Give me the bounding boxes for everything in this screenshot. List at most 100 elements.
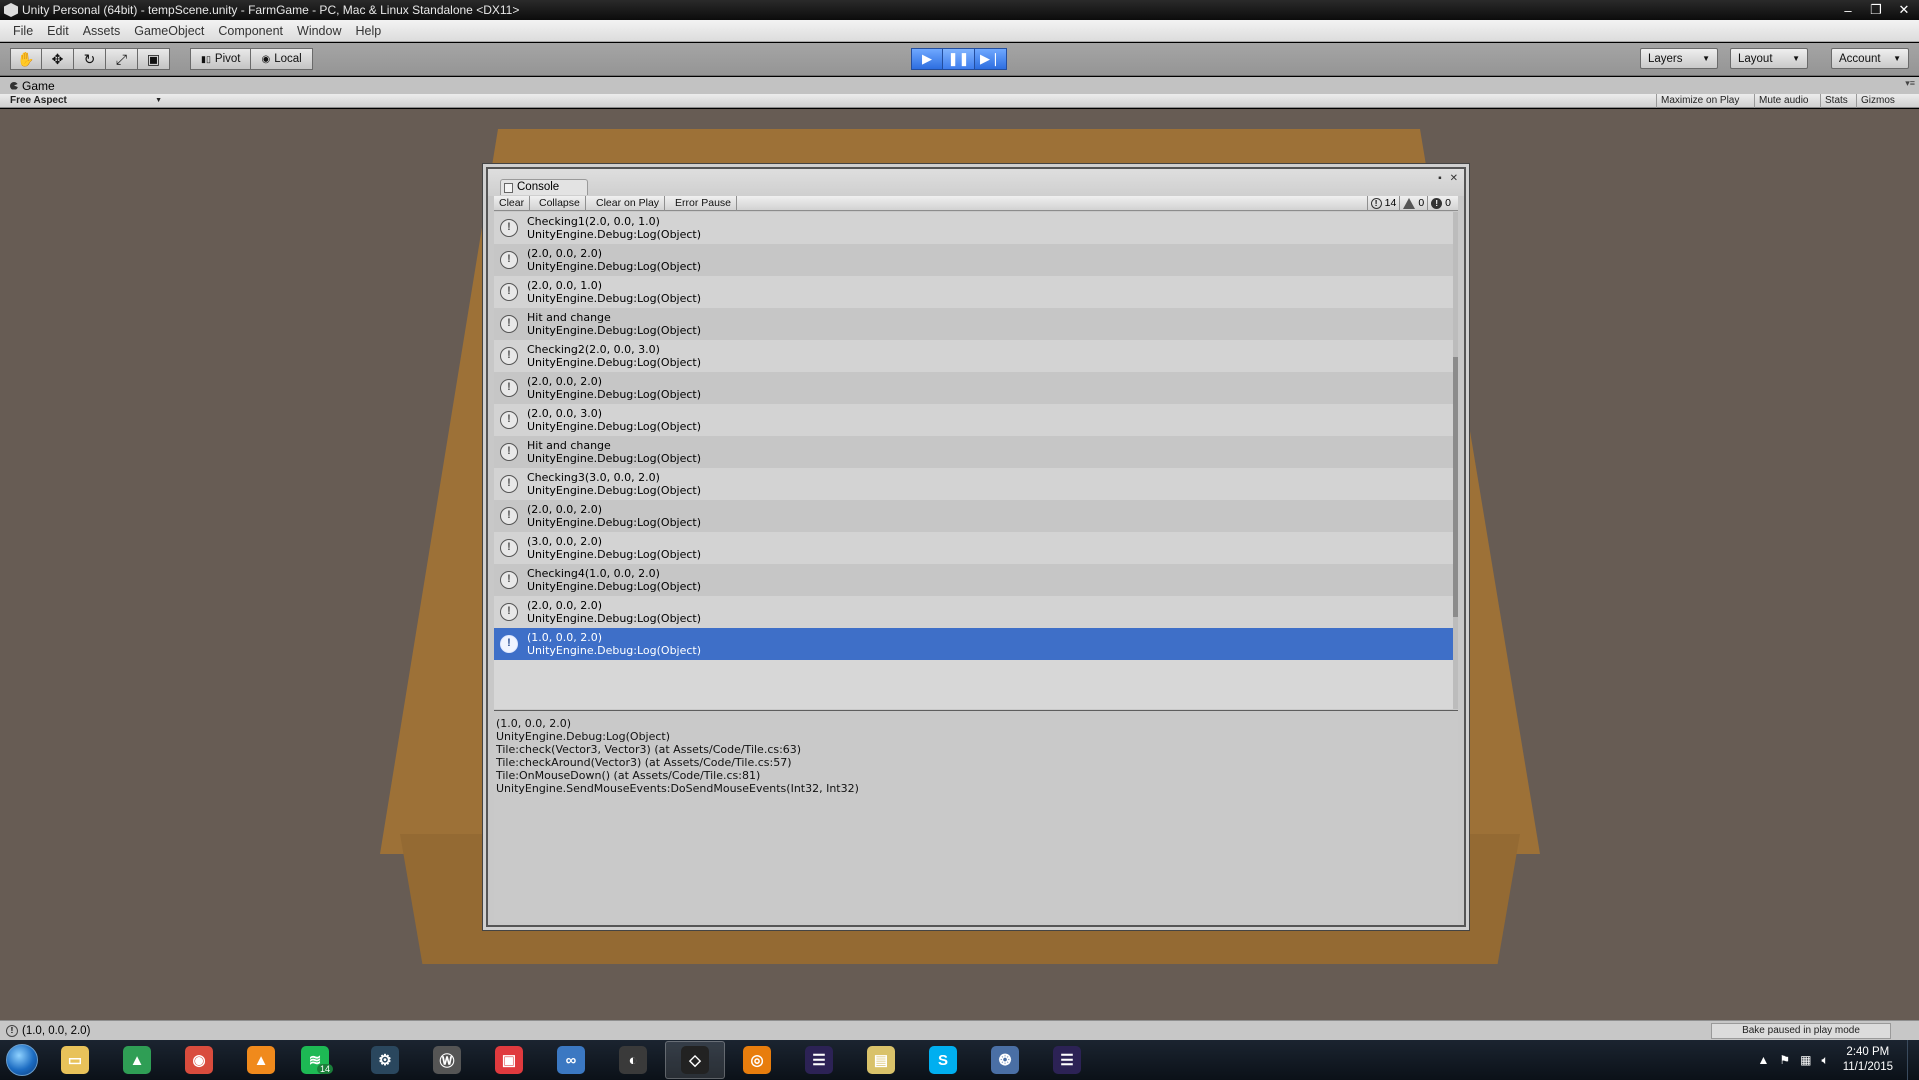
- list-item-selected[interactable]: ! (1.0, 0.0, 2.0) UnityEngine.Debug:Log(Ob…: [494, 628, 1458, 660]
- taskbar-app-button[interactable]: ∞: [541, 1041, 601, 1079]
- network-icon[interactable]: ▦: [1800, 1053, 1811, 1068]
- layout-label: Layout: [1738, 52, 1773, 65]
- taskbar-app-button[interactable]: ❂: [975, 1041, 1035, 1079]
- tray-icons: ▲ ⚑ ▦ 🔈︎: [1757, 1053, 1828, 1068]
- taskbar-app-button[interactable]: ◎: [727, 1041, 787, 1079]
- taskbar-app-button[interactable]: ⚙: [355, 1041, 415, 1079]
- taskbar-app-button[interactable]: ◐: [603, 1041, 663, 1079]
- taskbar-app-button[interactable]: ☰: [789, 1041, 849, 1079]
- menu-component[interactable]: Component: [211, 24, 290, 38]
- clock[interactable]: 2:40 PM 11/1/2015: [1843, 1045, 1893, 1075]
- taskbar-app-button[interactable]: ☰: [1037, 1041, 1097, 1079]
- layout-dropdown[interactable]: Layout ▼: [1730, 48, 1808, 69]
- console-scroll-thumb[interactable]: [1453, 357, 1458, 617]
- collapse-button[interactable]: Collapse: [534, 196, 586, 211]
- info-icon: !: [500, 219, 518, 237]
- stats-button[interactable]: Stats: [1820, 94, 1852, 108]
- error-pause-button[interactable]: Error Pause: [670, 196, 738, 211]
- log-message: (2.0, 0.0, 2.0): [527, 247, 603, 260]
- info-icon: !: [500, 411, 518, 429]
- list-item[interactable]: ! (2.0, 0.0, 1.0) UnityEngine.Debug:Log(Ob…: [494, 276, 1458, 308]
- close-icon[interactable]: ✕: [1450, 173, 1458, 184]
- menu-file[interactable]: File: [6, 24, 40, 38]
- taskbar-app-button[interactable]: ▲: [107, 1041, 167, 1079]
- gamepad-icon: ▣: [495, 1046, 523, 1074]
- taskbar-app-button[interactable]: ◉: [169, 1041, 229, 1079]
- console-icon: [504, 183, 513, 193]
- warning-count-toggle[interactable]: 0: [1399, 196, 1427, 211]
- list-item[interactable]: ! Checking3(3.0, 0.0, 2.0) UnityEngine.Deb…: [494, 468, 1458, 500]
- list-item[interactable]: ! (3.0, 0.0, 2.0) UnityEngine.Debug:Log(Ob…: [494, 532, 1458, 564]
- chevron-up-icon[interactable]: ▲: [1757, 1053, 1769, 1068]
- list-item[interactable]: ! (2.0, 0.0, 2.0) UnityEngine.Debug:Log(Ob…: [494, 596, 1458, 628]
- list-item[interactable]: ! Checking1(2.0, 0.0, 1.0) UnityEngine.Deb…: [494, 212, 1458, 244]
- rect-tool-icon: ▣: [146, 50, 161, 67]
- list-item[interactable]: ! Hit and change UnityEngine.Debug:Log(Obj…: [494, 436, 1458, 468]
- minimize-button[interactable]: –: [1841, 3, 1855, 18]
- list-item[interactable]: ! (2.0, 0.0, 2.0) UnityEngine.Debug:Log(Ob…: [494, 244, 1458, 276]
- rect-tool-button[interactable]: ▣: [138, 48, 170, 70]
- list-item[interactable]: ! Hit and change UnityEngine.Debug:Log(Obj…: [494, 308, 1458, 340]
- taskbar-app-button[interactable]: ▲: [231, 1041, 291, 1079]
- move-tool-button[interactable]: ✥: [42, 48, 74, 70]
- menu-assets[interactable]: Assets: [76, 24, 128, 38]
- status-message[interactable]: (1.0, 0.0, 2.0): [22, 1025, 90, 1037]
- layers-label: Layers: [1648, 52, 1683, 65]
- maximize-on-play-button[interactable]: Maximize on Play: [1656, 94, 1743, 108]
- restore-button[interactable]: ❐: [1869, 2, 1883, 18]
- menu-window[interactable]: Window: [290, 24, 348, 38]
- volume-icon[interactable]: 🔈︎: [1821, 1053, 1828, 1068]
- main-toolbar: ✋ ✥ ↻ ⤢ ▣ ▮▯ Pivot ◉ Local ▶ ❚❚ ▶❘ Layer…: [0, 43, 1919, 76]
- taskbar-app-button[interactable]: ≋ 14: [293, 1041, 353, 1079]
- taskbar-app-button[interactable]: ▭: [45, 1041, 105, 1079]
- taskbar-app-button[interactable]: S: [913, 1041, 973, 1079]
- account-dropdown[interactable]: Account ▼: [1831, 48, 1909, 69]
- clear-button[interactable]: Clear: [494, 196, 531, 211]
- layers-dropdown[interactable]: Layers ▼: [1640, 48, 1718, 69]
- gizmos-button[interactable]: Gizmos: [1856, 94, 1909, 108]
- console-scrollbar[interactable]: [1453, 212, 1458, 709]
- menu-edit[interactable]: Edit: [40, 24, 76, 38]
- error-count-toggle[interactable]: ! 0: [1427, 196, 1454, 211]
- play-button[interactable]: ▶: [911, 48, 943, 70]
- menu-gameobject[interactable]: GameObject: [127, 24, 211, 38]
- chevron-down-icon: ▼: [155, 97, 162, 104]
- console-detail-pane[interactable]: (1.0, 0.0, 2.0) UnityEngine.Debug:Log(Ob…: [494, 710, 1458, 922]
- close-button[interactable]: ✕: [1897, 2, 1911, 18]
- pause-button[interactable]: ❚❚: [943, 48, 975, 70]
- log-message: (2.0, 0.0, 2.0): [527, 599, 603, 612]
- scale-tool-button[interactable]: ⤢: [106, 48, 138, 70]
- pivot-button[interactable]: ▮▯ Pivot: [190, 48, 252, 70]
- panel-menu-icon[interactable]: ▾≡: [1905, 78, 1915, 89]
- list-item[interactable]: ! (2.0, 0.0, 2.0) UnityEngine.Debug:Log(Ob…: [494, 500, 1458, 532]
- hand-tool-button[interactable]: ✋: [10, 48, 42, 70]
- show-desktop-button[interactable]: [1907, 1040, 1919, 1080]
- tab-game[interactable]: Game: [0, 79, 55, 93]
- aspect-dropdown[interactable]: Free Aspect ▼: [4, 94, 164, 108]
- log-message: (2.0, 0.0, 3.0): [527, 407, 603, 420]
- list-item[interactable]: ! Checking2(2.0, 0.0, 3.0) UnityEngine.Deb…: [494, 340, 1458, 372]
- mute-audio-button[interactable]: Mute audio: [1754, 94, 1812, 108]
- tab-console[interactable]: Console: [500, 179, 589, 195]
- list-item[interactable]: ! (2.0, 0.0, 2.0) UnityEngine.Debug:Log(Ob…: [494, 372, 1458, 404]
- menu-help[interactable]: Help: [348, 24, 388, 38]
- list-item[interactable]: ! (2.0, 0.0, 3.0) UnityEngine.Debug:Log(Ob…: [494, 404, 1458, 436]
- taskbar-app-button[interactable]: ▤: [851, 1041, 911, 1079]
- clear-on-play-button[interactable]: Clear on Play: [591, 196, 666, 211]
- unity-icon: [4, 3, 18, 17]
- taskbar-app-button[interactable]: Ⓦ: [417, 1041, 477, 1079]
- maximize-icon[interactable]: ▪: [1438, 173, 1442, 184]
- move-icon: ✥: [51, 50, 64, 67]
- info-count-toggle[interactable]: ! 14: [1366, 196, 1400, 211]
- list-item[interactable]: ! Checking4(1.0, 0.0, 2.0) UnityEngine.Deb…: [494, 564, 1458, 596]
- chevron-down-icon: ▼: [1702, 54, 1710, 63]
- step-button[interactable]: ▶❘: [975, 48, 1007, 70]
- taskbar-app-button[interactable]: ◇: [665, 1041, 725, 1079]
- taskbar-app-button[interactable]: ▣: [479, 1041, 539, 1079]
- rotate-tool-button[interactable]: ↻: [74, 48, 106, 70]
- local-button[interactable]: ◉ Local: [251, 48, 313, 70]
- flag-icon[interactable]: ⚑: [1779, 1053, 1790, 1068]
- start-button[interactable]: [0, 1040, 44, 1080]
- log-message: (2.0, 0.0, 1.0): [527, 279, 603, 292]
- window-titlebar: Unity Personal (64bit) - tempScene.unity…: [0, 0, 1919, 20]
